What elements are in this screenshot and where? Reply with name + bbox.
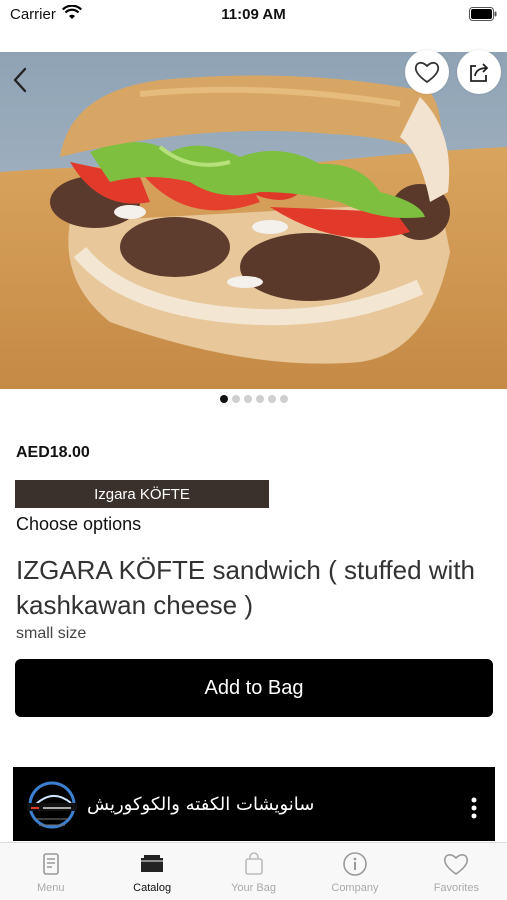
pager-dot[interactable] xyxy=(219,395,228,403)
tab-label: Your Bag xyxy=(231,882,276,894)
tab-company[interactable]: Company xyxy=(304,843,405,900)
more-vertical-icon[interactable] xyxy=(471,797,477,819)
status-bar: Carrier 11:09 AM xyxy=(0,0,507,30)
tab-catalog[interactable]: Catalog xyxy=(101,843,202,900)
tab-menu[interactable]: Menu xyxy=(0,843,101,900)
info-icon xyxy=(343,852,367,876)
product-title: IZGARA KÖFTE sandwich ( stuffed with kas… xyxy=(16,555,476,620)
heart-icon xyxy=(444,854,469,875)
heart-icon xyxy=(414,61,440,84)
add-to-bag-button[interactable]: Add to Bag xyxy=(15,659,493,717)
product-size: small size xyxy=(16,625,87,642)
pager-dot[interactable] xyxy=(231,395,240,403)
favorite-button[interactable] xyxy=(405,50,449,94)
tab-label: Catalog xyxy=(133,882,172,894)
share-button[interactable] xyxy=(457,50,501,94)
pager-dot[interactable] xyxy=(243,395,252,403)
variant-option-chip[interactable]: Izgara KÖFTE xyxy=(15,480,269,508)
product-image[interactable] xyxy=(0,52,507,389)
clock: 11:09 AM xyxy=(221,6,286,23)
store-logo xyxy=(27,781,77,829)
image-pager[interactable] xyxy=(0,395,507,405)
bag-icon xyxy=(244,852,263,875)
product-price: AED18.00 xyxy=(16,444,90,461)
store-name: سانويشات الكفته والكوكوريش xyxy=(87,794,315,815)
tab-your-bag[interactable]: Your Bag xyxy=(203,843,304,900)
tab-label: Favorites xyxy=(433,882,479,894)
pager-dot[interactable] xyxy=(279,395,288,403)
choose-options-label: Choose options xyxy=(16,514,142,534)
tab-bar: Menu Catalog Your Bag Company Favorites xyxy=(0,842,507,900)
tab-favorites[interactable]: Favorites xyxy=(406,843,507,900)
battery-icon xyxy=(469,7,497,21)
back-button[interactable] xyxy=(6,63,34,97)
chevron-left-icon xyxy=(13,67,27,93)
share-icon xyxy=(470,63,489,82)
store-banner[interactable]: سانويشات الكفته والكوكوريش xyxy=(13,767,495,841)
catalog-icon xyxy=(141,855,164,872)
pager-dot[interactable] xyxy=(255,395,264,403)
tab-label: Company xyxy=(331,882,379,894)
tab-label: Menu xyxy=(36,882,65,894)
menu-book-icon xyxy=(42,853,59,875)
pager-dot[interactable] xyxy=(267,395,276,403)
